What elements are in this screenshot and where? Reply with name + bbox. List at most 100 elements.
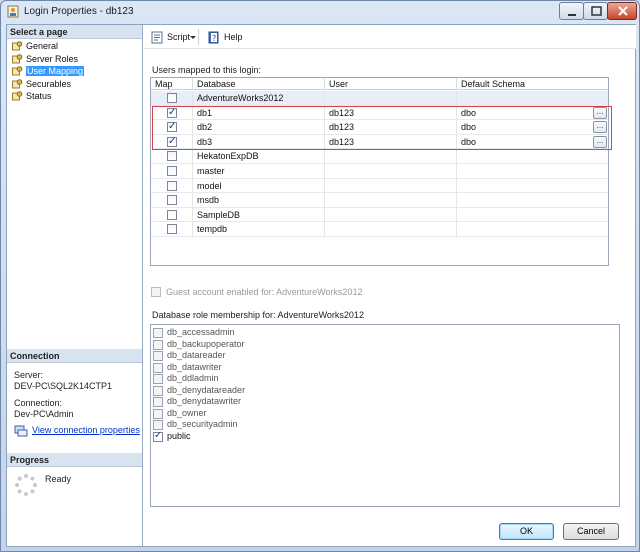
default-schema-cell[interactable]: dbo (457, 106, 608, 120)
minimize-icon (568, 14, 576, 16)
column-header-user[interactable]: User (325, 78, 457, 90)
user-cell[interactable] (325, 222, 457, 237)
table-row[interactable]: db3db123dbo... (151, 134, 608, 150)
default-schema-cell[interactable]: dbo (457, 135, 608, 149)
map-checkbox[interactable] (167, 106, 177, 120)
role-item-db-denydatareader[interactable]: db_denydatareader (153, 385, 245, 397)
user-cell[interactable] (325, 91, 457, 105)
cancel-button[interactable]: Cancel (563, 523, 619, 540)
role-checkbox[interactable] (153, 385, 163, 396)
script-label: Script (167, 32, 191, 42)
map-checkbox[interactable] (167, 180, 177, 191)
view-connection-properties-link[interactable]: View connection properties (14, 425, 140, 437)
table-row[interactable]: db1db123dbo... (151, 105, 608, 121)
script-dropdown-arrow-icon[interactable] (190, 36, 196, 39)
role-checkbox[interactable] (153, 374, 163, 384)
role-label: public (167, 430, 191, 441)
role-checkbox[interactable] (153, 328, 163, 338)
server-label: Server: (14, 370, 44, 380)
guest-account-checkbox-box (151, 287, 161, 297)
default-schema-cell[interactable] (457, 164, 608, 178)
column-header-default-schema[interactable]: Default Schema (457, 78, 608, 90)
user-cell[interactable] (325, 193, 457, 208)
user-cell[interactable] (325, 178, 457, 193)
role-checkbox[interactable] (153, 397, 163, 407)
map-checkbox[interactable] (167, 166, 177, 176)
map-checkbox[interactable] (167, 120, 177, 134)
page-settings-icon (12, 78, 23, 88)
page-settings-icon (12, 66, 23, 76)
map-checkbox[interactable] (167, 209, 177, 220)
database-cell: db1 (193, 105, 325, 120)
role-checkbox[interactable] (153, 408, 163, 419)
default-schema-cell[interactable]: dbo (457, 120, 608, 134)
page-item-status[interactable]: Status (12, 90, 52, 102)
role-checkbox[interactable] (153, 420, 163, 430)
database-cell: AdventureWorks2012 (193, 91, 325, 105)
map-cell (151, 91, 193, 105)
table-row[interactable]: HekatonExpDB (151, 149, 608, 164)
user-cell[interactable]: db123 (325, 134, 457, 149)
page-item-server-roles[interactable]: Server Roles (12, 53, 78, 65)
role-item-db-accessadmin[interactable]: db_accessadmin (153, 327, 235, 339)
toolbar: Script ? Help (144, 25, 636, 49)
table-row[interactable]: db2db123dbo... (151, 120, 608, 135)
user-cell[interactable] (325, 149, 457, 164)
help-button[interactable]: ? Help (207, 30, 243, 44)
role-checkbox[interactable] (153, 339, 163, 350)
default-schema-cell[interactable] (457, 149, 608, 163)
user-cell[interactable]: db123 (325, 120, 457, 135)
role-checkbox[interactable] (153, 430, 163, 442)
script-button[interactable]: Script (150, 30, 190, 44)
default-schema-cell[interactable] (457, 222, 608, 236)
users-mapped-grid[interactable]: Map Database User Default Schema Adventu… (150, 77, 609, 266)
column-header-database[interactable]: Database (193, 78, 325, 90)
role-item-public[interactable]: public (153, 430, 191, 443)
map-checkbox[interactable] (167, 195, 177, 206)
default-schema-cell[interactable] (457, 91, 608, 105)
page-item-user-mapping[interactable]: User Mapping (12, 65, 85, 77)
role-item-db-denydatawriter[interactable]: db_denydatawriter (153, 396, 241, 408)
default-schema-cell[interactable] (457, 193, 608, 207)
maximize-button[interactable] (583, 2, 608, 20)
table-row[interactable]: AdventureWorks2012 (151, 91, 608, 106)
ok-button[interactable]: OK (499, 523, 554, 540)
map-cell (151, 134, 193, 149)
map-checkbox[interactable] (167, 224, 177, 235)
role-checkbox[interactable] (153, 351, 163, 361)
browse-schema-button[interactable]: ... (593, 106, 607, 119)
user-cell[interactable] (325, 164, 457, 178)
minimize-button[interactable] (559, 2, 584, 20)
map-checkbox[interactable] (167, 93, 177, 103)
role-item-db-backupoperator[interactable]: db_backupoperator (153, 339, 245, 351)
close-button[interactable] (607, 2, 637, 20)
default-schema-cell[interactable] (457, 208, 608, 222)
map-checkbox[interactable] (167, 135, 177, 149)
role-item-db-datareader[interactable]: db_datareader (153, 350, 226, 362)
progress-spinner-icon (15, 474, 37, 496)
default-schema-cell[interactable] (457, 179, 608, 193)
database-cell: tempdb (193, 222, 325, 237)
browse-schema-button[interactable]: ... (593, 121, 607, 134)
table-row[interactable]: master (151, 164, 608, 179)
table-row[interactable]: msdb (151, 193, 608, 208)
role-item-db-datawriter[interactable]: db_datawriter (153, 362, 222, 374)
user-cell[interactable] (325, 207, 457, 222)
user-cell[interactable]: db123 (325, 105, 457, 120)
role-item-db-securityadmin[interactable]: db_securityadmin (153, 419, 238, 431)
database-cell: HekatonExpDB (193, 149, 325, 164)
browse-schema-button[interactable]: ... (593, 135, 607, 148)
role-item-db-owner[interactable]: db_owner (153, 408, 207, 420)
page-item-general[interactable]: General (12, 40, 58, 52)
table-row[interactable]: SampleDB (151, 207, 608, 223)
page-item-label: General (26, 41, 59, 51)
title-bar[interactable]: Login Properties - db123 (1, 1, 639, 23)
column-header-map[interactable]: Map (151, 78, 193, 90)
table-row[interactable]: model (151, 178, 608, 194)
map-checkbox[interactable] (167, 151, 177, 162)
role-membership-list[interactable]: db_accessadmin db_backupoperator db_datare… (150, 324, 620, 507)
role-item-db-ddladmin[interactable]: db_ddladmin (153, 373, 219, 385)
role-checkbox[interactable] (153, 362, 163, 373)
table-row[interactable]: tempdb (151, 222, 608, 237)
page-item-securables[interactable]: Securables (12, 78, 71, 90)
